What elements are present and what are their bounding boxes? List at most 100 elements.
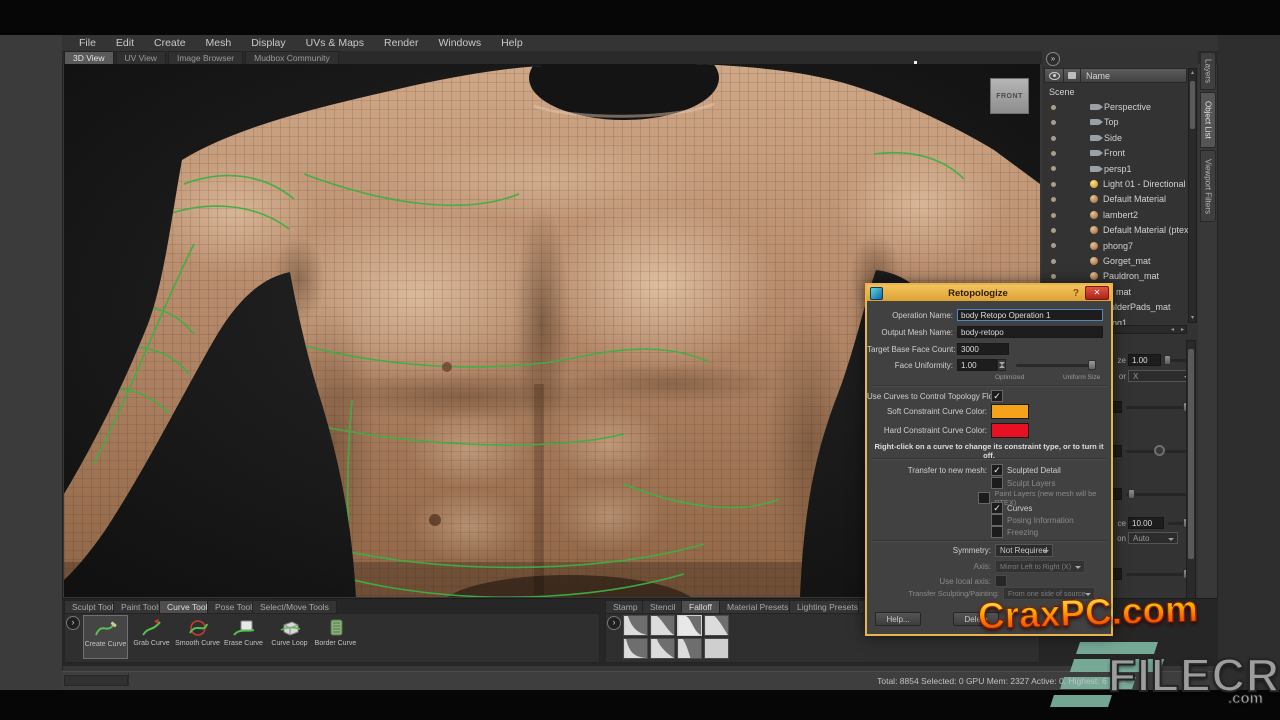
dialog-help-icon[interactable]: ? bbox=[1073, 288, 1079, 299]
use-curves-checkbox[interactable]: ✓ bbox=[991, 390, 1003, 402]
list-item-pauldron-mat[interactable]: Pauldron_mat bbox=[1044, 269, 1187, 284]
menu-create[interactable]: Create bbox=[145, 37, 195, 49]
falloff-preset-2[interactable] bbox=[650, 615, 675, 636]
falloff-preset-8[interactable] bbox=[704, 638, 729, 659]
visibility-dot[interactable] bbox=[1051, 243, 1056, 248]
axis-dropdown[interactable]: Mirror Left to Right (X) bbox=[995, 560, 1085, 573]
face-uniformity-slider[interactable] bbox=[1016, 364, 1096, 367]
menu-file[interactable]: File bbox=[70, 37, 105, 49]
menu-edit[interactable]: Edit bbox=[107, 37, 143, 49]
tab-mudbox-community[interactable]: Mudbox Community bbox=[245, 51, 339, 64]
tab-select-move-tools[interactable]: Select/Move Tools bbox=[252, 600, 337, 613]
list-item-lambert2[interactable]: lambert2 bbox=[1044, 207, 1187, 222]
tab-object-list[interactable]: Object List bbox=[1200, 92, 1216, 148]
tray-collapse-button[interactable]: › bbox=[607, 616, 621, 630]
size-input[interactable]: 1.00 bbox=[1128, 354, 1161, 366]
visibility-dot[interactable] bbox=[1051, 197, 1056, 202]
distance-input[interactable]: 10.00 bbox=[1128, 517, 1164, 529]
list-item-top[interactable]: Top bbox=[1044, 115, 1187, 130]
target-face-count-input[interactable]: 3000 bbox=[957, 343, 1009, 355]
soft-color-swatch[interactable] bbox=[991, 404, 1029, 419]
list-item-side[interactable]: Side bbox=[1044, 130, 1187, 145]
visibility-dot[interactable] bbox=[1051, 120, 1056, 125]
tray-collapse-button[interactable]: › bbox=[66, 616, 80, 630]
prop-slider-2[interactable] bbox=[1126, 450, 1190, 453]
tab-falloff[interactable]: Falloff bbox=[681, 600, 720, 613]
tab-stencil[interactable]: Stencil bbox=[642, 600, 684, 613]
visibility-dot[interactable] bbox=[1051, 136, 1056, 141]
tab-image-browser[interactable]: Image Browser bbox=[168, 51, 243, 64]
prop-slider-4[interactable] bbox=[1126, 573, 1190, 576]
tab-material-presets[interactable]: Material Presets bbox=[719, 600, 796, 613]
list-item-scene[interactable]: Scene bbox=[1044, 84, 1187, 99]
falloff-preset-1[interactable] bbox=[623, 615, 648, 636]
prop-slider-3[interactable] bbox=[1126, 493, 1190, 496]
visibility-dot[interactable] bbox=[1051, 213, 1056, 218]
menu-windows[interactable]: Windows bbox=[429, 37, 490, 49]
tab-stamp[interactable]: Stamp bbox=[605, 600, 646, 613]
use-local-axis-checkbox[interactable] bbox=[995, 575, 1007, 587]
tree-vertical-scrollbar[interactable]: ▴ ▾ bbox=[1188, 68, 1197, 323]
visibility-dot[interactable] bbox=[1051, 182, 1056, 187]
visibility-dot[interactable] bbox=[1051, 274, 1056, 279]
lock-column-header[interactable] bbox=[1064, 69, 1081, 82]
tab-3d-view[interactable]: 3D View bbox=[64, 51, 114, 64]
scroll-right-icon[interactable]: ▸ bbox=[1181, 326, 1184, 334]
list-item-light01[interactable]: Light 01 - Directional bbox=[1044, 176, 1187, 191]
scroll-up-icon[interactable]: ▴ bbox=[1189, 69, 1196, 77]
name-column-header[interactable]: Name bbox=[1081, 71, 1110, 81]
tool-smooth-curve[interactable]: Smooth Curve bbox=[175, 615, 220, 659]
prop-slider-1[interactable] bbox=[1126, 406, 1190, 409]
falloff-preset-4[interactable] bbox=[704, 615, 729, 636]
tool-create-curve[interactable]: Create Curve bbox=[83, 615, 128, 659]
visibility-dot[interactable] bbox=[1051, 166, 1056, 171]
dialog-close-button[interactable]: ✕ bbox=[1085, 286, 1109, 300]
sculpt-layers-checkbox[interactable] bbox=[991, 477, 1003, 489]
tool-grab-curve[interactable]: Grab Curve bbox=[129, 615, 174, 659]
menu-help[interactable]: Help bbox=[492, 37, 532, 49]
curves-checkbox[interactable]: ✓ bbox=[991, 502, 1003, 514]
sculpted-detail-checkbox[interactable]: ✓ bbox=[991, 464, 1003, 476]
output-mesh-name-input[interactable]: body-retopo bbox=[957, 326, 1103, 338]
visibility-dot[interactable] bbox=[1051, 151, 1056, 156]
scroll-left-icon[interactable]: ◂ bbox=[1171, 326, 1174, 334]
scroll-down-icon[interactable]: ▾ bbox=[1189, 314, 1196, 322]
view-cube[interactable]: FRONT bbox=[990, 78, 1029, 114]
hard-color-swatch[interactable] bbox=[991, 423, 1029, 438]
tool-curve-loop[interactable]: Curve Loop bbox=[267, 615, 312, 659]
tab-viewport-filters[interactable]: Viewport Filters bbox=[1200, 150, 1216, 222]
tab-layers[interactable]: Layers bbox=[1200, 52, 1216, 90]
list-item-gorget-mat[interactable]: Gorget_mat bbox=[1044, 253, 1187, 268]
falloff-preset-7[interactable] bbox=[677, 638, 702, 659]
tool-erase-curve[interactable]: Erase Curve bbox=[221, 615, 266, 659]
operation-name-input[interactable]: body Retopo Operation 1 bbox=[957, 309, 1103, 321]
auto-dropdown[interactable]: Auto bbox=[1128, 532, 1178, 544]
tab-lighting-presets[interactable]: Lighting Presets bbox=[789, 600, 866, 613]
visibility-dot[interactable] bbox=[1051, 259, 1056, 264]
falloff-preset-6[interactable] bbox=[650, 638, 675, 659]
panel-collapse-button[interactable]: » bbox=[1046, 52, 1060, 66]
tool-border-curve[interactable]: Border Curve bbox=[313, 615, 358, 659]
face-uniformity-input[interactable]: 1.00 bbox=[957, 359, 997, 371]
menu-render[interactable]: Render bbox=[375, 37, 427, 49]
list-item-perspective[interactable]: Perspective bbox=[1044, 99, 1187, 114]
list-item-default-material[interactable]: Default Material bbox=[1044, 192, 1187, 207]
menu-display[interactable]: Display bbox=[242, 37, 294, 49]
menu-mesh[interactable]: Mesh bbox=[197, 37, 241, 49]
list-item-default-material-ptex[interactable]: Default Material (ptex) bbox=[1044, 223, 1187, 238]
freezing-checkbox[interactable] bbox=[991, 526, 1003, 538]
list-item-phong7[interactable]: phong7 bbox=[1044, 238, 1187, 253]
visibility-dot[interactable] bbox=[1051, 228, 1056, 233]
falloff-preset-5[interactable] bbox=[623, 638, 648, 659]
list-item-persp1[interactable]: persp1 bbox=[1044, 161, 1187, 176]
menu-uvs-maps[interactable]: UVs & Maps bbox=[297, 37, 373, 49]
face-uniformity-spinner[interactable] bbox=[997, 359, 1006, 371]
falloff-preset-3-selected[interactable] bbox=[677, 615, 702, 636]
list-item-front[interactable]: Front bbox=[1044, 146, 1187, 161]
dialog-title-bar[interactable]: Retopologize ? ✕ bbox=[867, 285, 1111, 301]
posing-information-checkbox[interactable] bbox=[991, 514, 1003, 526]
help-button[interactable]: Help... bbox=[875, 612, 921, 626]
visibility-column-header[interactable] bbox=[1045, 69, 1064, 82]
scroll-thumb[interactable] bbox=[1190, 81, 1195, 129]
tab-uv-view[interactable]: UV View bbox=[116, 51, 166, 64]
